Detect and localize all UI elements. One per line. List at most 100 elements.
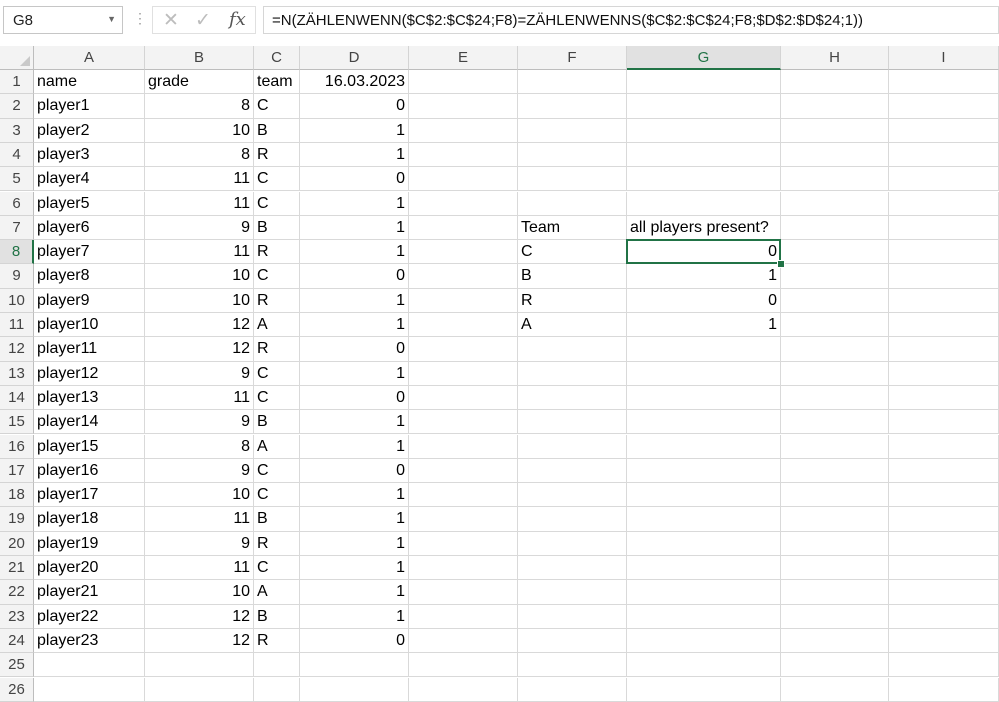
cell-e24[interactable] [409,628,518,654]
cell-c21[interactable]: C [254,556,300,581]
cell-g26[interactable] [627,677,781,702]
cell-e14[interactable] [409,385,518,411]
cell-h2[interactable] [781,94,889,119]
cell-a18[interactable]: player17 [34,483,145,508]
cell-h19[interactable] [781,507,889,532]
cell-g18[interactable] [627,483,781,508]
cell-b14[interactable]: 11 [145,385,254,411]
cell-a25[interactable] [34,653,145,678]
cell-d18[interactable]: 1 [300,483,409,508]
cell-h4[interactable] [781,142,889,168]
cell-g1[interactable] [627,70,781,95]
cell-h10[interactable] [781,288,889,313]
cell-f22[interactable] [518,580,627,605]
cell-d23[interactable]: 1 [300,604,409,629]
row-header-22[interactable]: 22 [0,580,34,605]
cell-h17[interactable] [781,458,889,484]
cell-g25[interactable] [627,653,781,678]
cell-i1[interactable] [889,70,999,95]
cell-a12[interactable]: player11 [34,337,145,362]
cell-a10[interactable]: player9 [34,288,145,313]
cell-e21[interactable] [409,556,518,581]
cell-f9[interactable]: B [518,264,627,289]
more-vertical-icon[interactable]: ⋮ [133,10,147,27]
row-header-1[interactable]: 1 [0,70,34,95]
cell-c20[interactable]: R [254,531,300,556]
cell-g17[interactable] [627,458,781,484]
cell-i9[interactable] [889,264,999,289]
cell-c3[interactable]: B [254,118,300,143]
fill-handle[interactable] [777,260,785,269]
row-header-10[interactable]: 10 [0,288,34,313]
row-header-12[interactable]: 12 [0,337,34,362]
cell-e7[interactable] [409,215,518,241]
cell-b25[interactable] [145,653,254,678]
cell-f3[interactable] [518,118,627,143]
cell-c13[interactable]: C [254,361,300,386]
cell-h24[interactable] [781,628,889,654]
cell-d15[interactable]: 1 [300,410,409,435]
cell-a21[interactable]: player20 [34,556,145,581]
cell-f16[interactable] [518,434,627,459]
cell-g2[interactable] [627,94,781,119]
cell-i21[interactable] [889,556,999,581]
cell-a14[interactable]: player13 [34,385,145,411]
cell-g3[interactable] [627,118,781,143]
row-header-15[interactable]: 15 [0,410,34,435]
cell-e9[interactable] [409,264,518,289]
formula-input[interactable]: =N(ZÄHLENWENN($C$2:$C$24;F8)=ZÄHLENWENNS… [263,6,999,34]
cell-d6[interactable]: 1 [300,191,409,216]
column-header-d[interactable]: D [300,46,409,70]
cell-f13[interactable] [518,361,627,386]
cell-g13[interactable] [627,361,781,386]
row-header-26[interactable]: 26 [0,677,34,702]
cell-g4[interactable] [627,142,781,168]
cell-i4[interactable] [889,142,999,168]
cell-d1[interactable]: 16.03.2023 [300,70,409,95]
cell-a17[interactable]: player16 [34,458,145,484]
cell-h21[interactable] [781,556,889,581]
cell-b3[interactable]: 10 [145,118,254,143]
cell-e25[interactable] [409,653,518,678]
cell-e17[interactable] [409,458,518,484]
cell-f21[interactable] [518,556,627,581]
cell-h26[interactable] [781,677,889,702]
cell-c19[interactable]: B [254,507,300,532]
cell-g9[interactable]: 1 [627,264,781,289]
cell-b18[interactable]: 10 [145,483,254,508]
cell-h7[interactable] [781,215,889,241]
select-all-button[interactable] [0,46,34,70]
cell-a22[interactable]: player21 [34,580,145,605]
cell-f19[interactable] [518,507,627,532]
cell-f17[interactable] [518,458,627,484]
cell-c25[interactable] [254,653,300,678]
cell-b4[interactable]: 8 [145,142,254,168]
cell-c2[interactable]: C [254,94,300,119]
cell-f6[interactable] [518,191,627,216]
cell-d22[interactable]: 1 [300,580,409,605]
cell-h16[interactable] [781,434,889,459]
cell-c4[interactable]: R [254,142,300,168]
cell-g11[interactable]: 1 [627,313,781,338]
cell-h13[interactable] [781,361,889,386]
cell-i14[interactable] [889,385,999,411]
cell-h1[interactable] [781,70,889,95]
column-header-g[interactable]: G [627,46,781,70]
cell-b6[interactable]: 11 [145,191,254,216]
cell-a26[interactable] [34,677,145,702]
row-header-18[interactable]: 18 [0,483,34,508]
cell-c18[interactable]: C [254,483,300,508]
cell-h11[interactable] [781,313,889,338]
cell-i17[interactable] [889,458,999,484]
row-header-21[interactable]: 21 [0,556,34,581]
row-header-14[interactable]: 14 [0,385,34,411]
column-header-h[interactable]: H [781,46,889,70]
cell-f14[interactable] [518,385,627,411]
cell-a24[interactable]: player23 [34,628,145,654]
cell-f12[interactable] [518,337,627,362]
cell-h22[interactable] [781,580,889,605]
cell-a13[interactable]: player12 [34,361,145,386]
cell-d5[interactable]: 0 [300,167,409,192]
cell-g23[interactable] [627,604,781,629]
cell-c14[interactable]: C [254,385,300,411]
